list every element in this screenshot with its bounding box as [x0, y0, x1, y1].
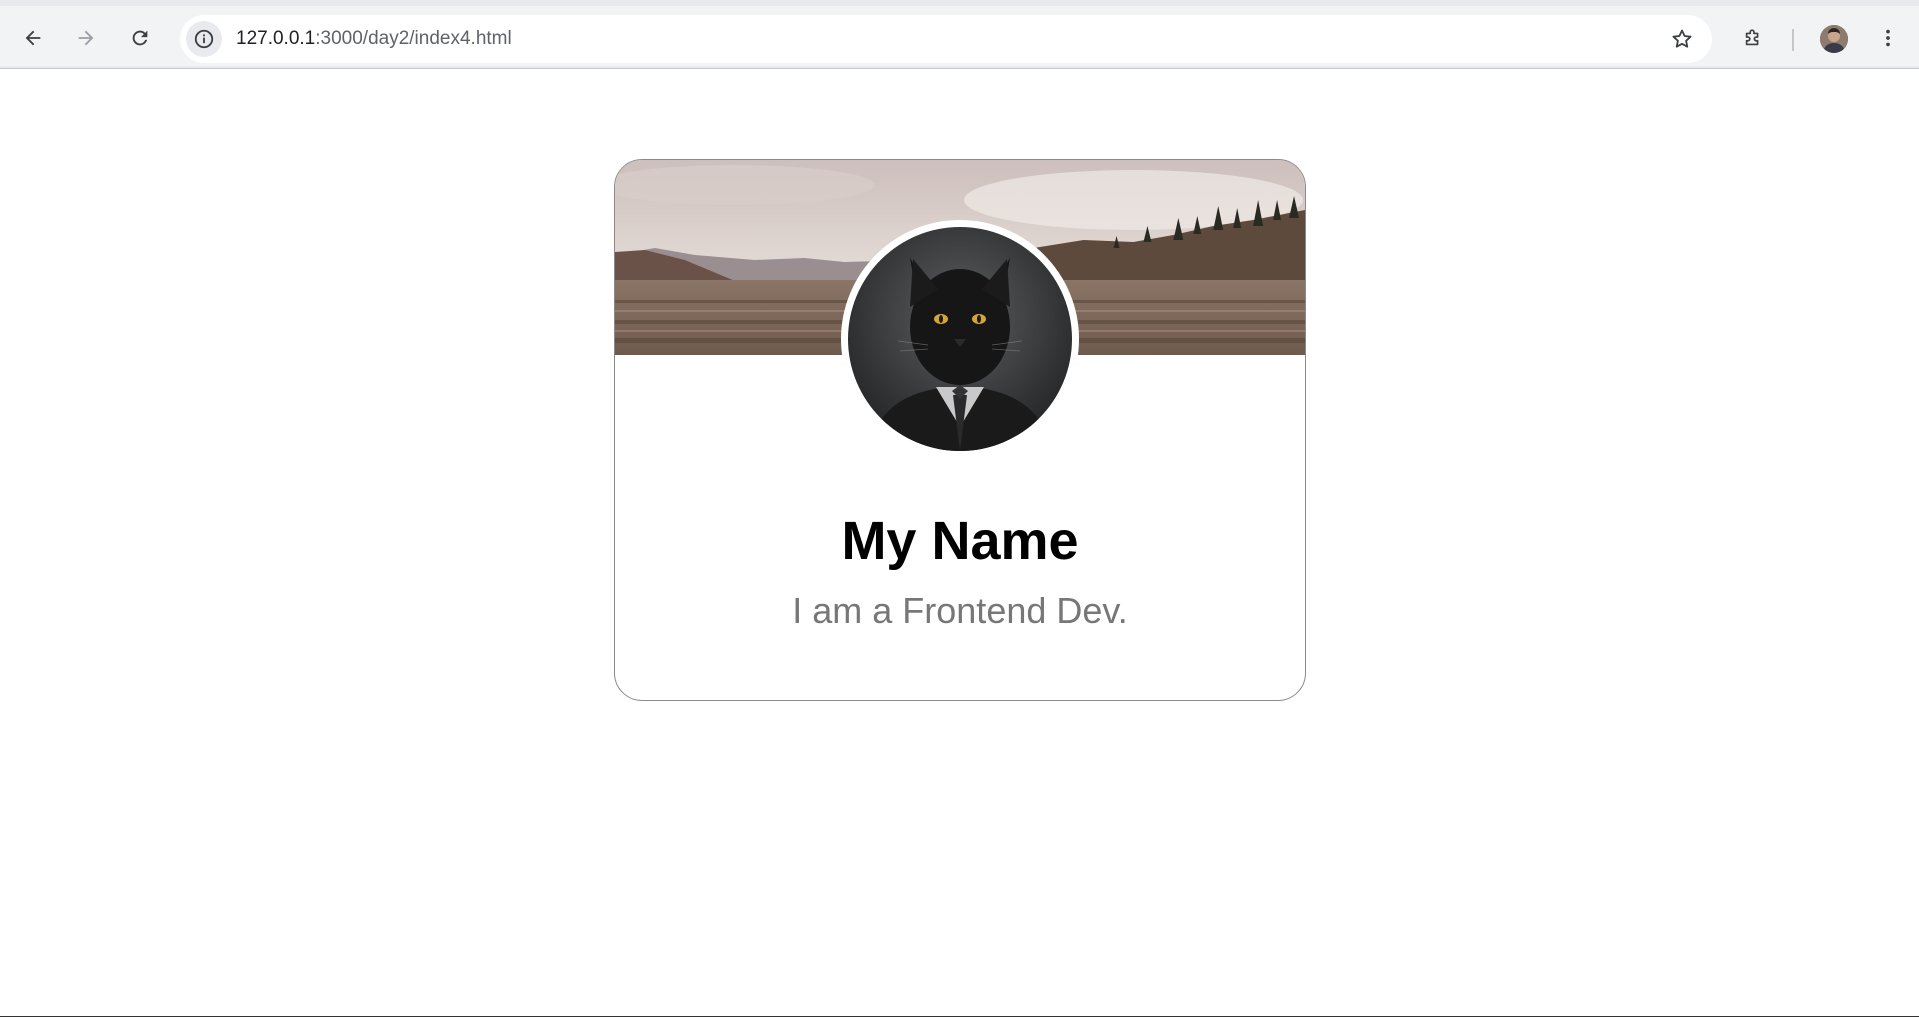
profile-role: I am a Frontend Dev.	[792, 590, 1128, 631]
puzzle-icon	[1745, 29, 1759, 46]
profile-picture	[841, 220, 1079, 458]
browser-menu-button[interactable]	[1868, 18, 1908, 58]
arrow-right-icon	[78, 30, 94, 46]
toolbar-separator	[1792, 29, 1794, 51]
star-icon[interactable]	[1670, 27, 1694, 51]
toolbar-row: 127.0.0.1:3000/day2/index4.html	[0, 6, 1919, 66]
url-host: 127.0.0.1	[236, 28, 316, 49]
profile-name: My Name	[841, 511, 1079, 571]
avatar-image	[1820, 25, 1848, 53]
forward-button[interactable]	[66, 18, 106, 58]
reload-icon	[132, 30, 148, 46]
url-path: :3000/day2/index4.html	[315, 28, 512, 49]
url-text[interactable]: 127.0.0.1:3000/day2/index4.html	[236, 15, 512, 63]
address-bar[interactable]: 127.0.0.1:3000/day2/index4.html	[180, 15, 1712, 63]
reload-button[interactable]	[120, 18, 160, 58]
back-button[interactable]	[13, 18, 53, 58]
kebab-menu-icon	[1886, 29, 1890, 47]
site-info-button[interactable]	[186, 21, 222, 57]
browser-window: 127.0.0.1:3000/day2/index4.html My Name …	[0, 0, 1919, 1017]
profile-card: My Name I am a Frontend Dev.	[614, 159, 1306, 701]
page-viewport: My Name I am a Frontend Dev.	[0, 69, 1919, 1016]
avatar[interactable]	[1820, 25, 1848, 53]
arrow-left-icon	[25, 30, 41, 46]
extensions-button[interactable]	[1733, 18, 1773, 58]
browser-toolbar: 127.0.0.1:3000/day2/index4.html	[0, 0, 1919, 69]
info-icon	[194, 29, 214, 49]
